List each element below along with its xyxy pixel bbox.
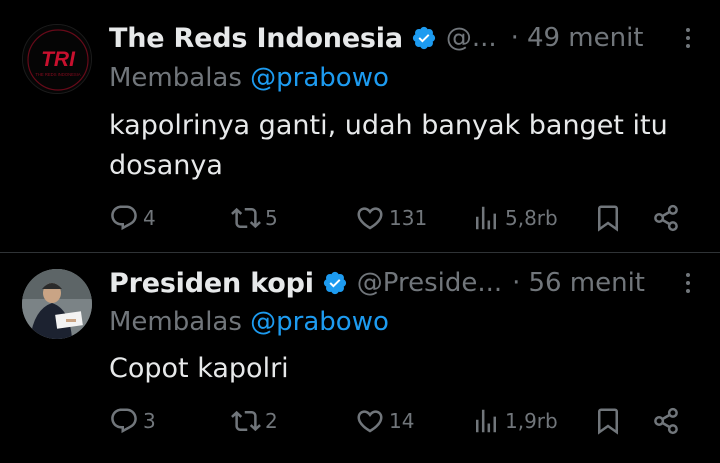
- timestamp[interactable]: 49 menit: [527, 23, 644, 53]
- reply-prefix: Membalas: [109, 63, 242, 93]
- reply-mention-link[interactable]: @prabowo: [250, 307, 389, 337]
- reply-count: 4: [143, 206, 156, 230]
- like-count: 14: [389, 409, 415, 433]
- views-count: 1,9rb: [505, 409, 558, 433]
- display-name[interactable]: Presiden kopi: [109, 268, 314, 299]
- bookmark-icon: [598, 205, 618, 232]
- reply-prefix: Membalas: [109, 307, 242, 337]
- timestamp[interactable]: 56 menit: [528, 268, 645, 298]
- reply-context: Membalas @prabowo: [109, 307, 389, 337]
- reply-icon: [111, 205, 137, 231]
- more-options-icon[interactable]: [676, 25, 700, 51]
- repost-count: 5: [265, 206, 278, 230]
- tweet-header: The Reds Indonesia @... · 49 menit: [109, 21, 700, 55]
- bookmark-button[interactable]: [593, 404, 623, 438]
- tweet-actions: 4 5 131 5,8rb: [109, 201, 689, 235]
- avatar[interactable]: [22, 269, 92, 339]
- share-button[interactable]: [651, 404, 681, 438]
- display-name[interactable]: The Reds Indonesia: [109, 23, 403, 54]
- views-icon: [476, 206, 496, 230]
- tweet[interactable]: TRI THE REDS INDONESIA The Reds Indonesi…: [0, 0, 720, 252]
- views-button[interactable]: 5,8rb: [471, 201, 558, 235]
- reply-count: 3: [143, 409, 156, 433]
- share-icon: [654, 204, 678, 232]
- the-reds-logo-icon: TRI THE REDS INDONESIA: [23, 25, 91, 93]
- bookmark-icon: [598, 408, 618, 435]
- verified-badge-icon: [412, 26, 435, 50]
- reply-button[interactable]: 3: [109, 404, 156, 438]
- logo-subtext: THE REDS INDONESIA: [35, 72, 81, 77]
- like-button[interactable]: 14: [355, 404, 414, 438]
- views-icon: [476, 409, 496, 433]
- verified-badge-icon: [323, 271, 346, 295]
- bookmark-button[interactable]: [593, 201, 623, 235]
- views-button[interactable]: 1,9rb: [471, 404, 558, 438]
- separator-dot: ·: [512, 268, 521, 298]
- tweet-actions: 3 2 14 1,9rb: [109, 404, 689, 438]
- reply-context: Membalas @prabowo: [109, 63, 389, 93]
- share-icon: [654, 407, 678, 435]
- tweet[interactable]: Presiden kopi @Preside... · 56 menit Mem…: [0, 253, 720, 463]
- reply-icon: [111, 408, 137, 434]
- share-button[interactable]: [651, 201, 681, 235]
- tweet-text: Copot kapolri: [109, 353, 289, 384]
- like-icon: [357, 410, 383, 433]
- separator-dot: ·: [510, 23, 519, 53]
- logo-text: TRI: [41, 48, 76, 71]
- like-button[interactable]: 131: [355, 201, 427, 235]
- repost-icon: [231, 207, 261, 229]
- reply-button[interactable]: 4: [109, 201, 156, 235]
- more-options-icon[interactable]: [676, 270, 700, 296]
- tweet-text: kapolrinya ganti, udah banyak banget itu…: [109, 110, 668, 181]
- like-count: 131: [389, 206, 428, 230]
- user-handle[interactable]: @Preside...: [357, 268, 502, 298]
- repost-count: 2: [265, 409, 278, 433]
- avatar[interactable]: TRI THE REDS INDONESIA: [22, 24, 92, 94]
- like-icon: [357, 207, 383, 230]
- repost-icon: [231, 410, 261, 432]
- user-handle[interactable]: @...: [446, 23, 497, 53]
- repost-button[interactable]: 2: [231, 404, 278, 438]
- profile-photo: [22, 269, 92, 339]
- repost-button[interactable]: 5: [231, 201, 278, 235]
- tweet-header: Presiden kopi @Preside... · 56 menit: [109, 266, 700, 300]
- reply-mention-link[interactable]: @prabowo: [250, 63, 389, 93]
- views-count: 5,8rb: [505, 206, 558, 230]
